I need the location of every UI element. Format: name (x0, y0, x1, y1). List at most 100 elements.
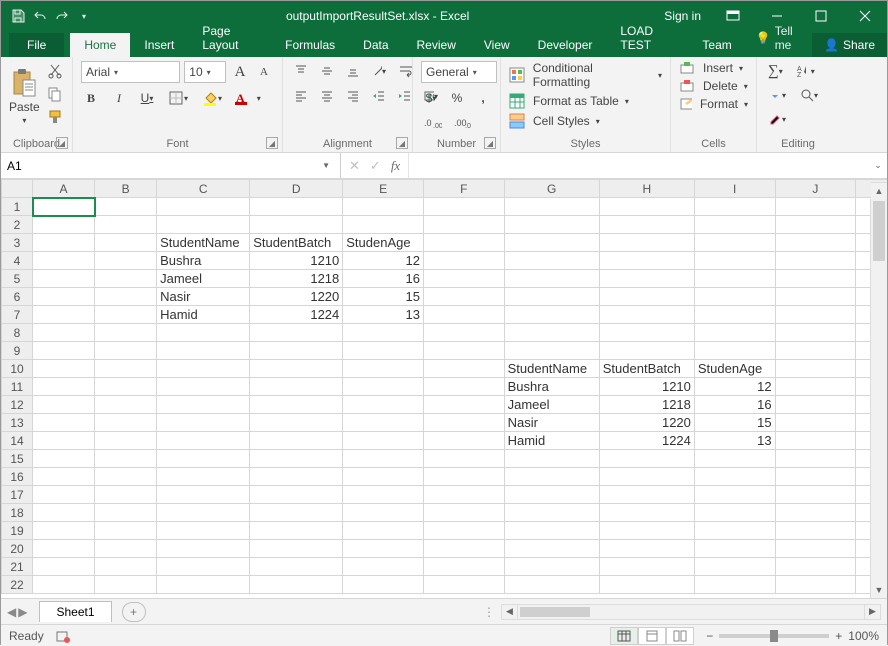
cell[interactable] (157, 576, 250, 594)
cell[interactable] (250, 342, 343, 360)
enter-formula-icon[interactable]: ✓ (370, 158, 381, 174)
cell[interactable] (33, 252, 95, 270)
cell[interactable] (33, 576, 95, 594)
cell[interactable] (599, 576, 694, 594)
row-header[interactable]: 8 (2, 324, 33, 342)
zoom-level[interactable]: 100% (848, 629, 879, 643)
row-header[interactable]: 3 (2, 234, 33, 252)
format-cells-button[interactable]: Format▾ (679, 97, 748, 111)
column-header[interactable]: H (599, 180, 694, 198)
cell[interactable] (423, 576, 504, 594)
cell[interactable] (694, 324, 775, 342)
sheet-nav-prev-icon[interactable]: ◀ (7, 605, 16, 619)
cell[interactable] (33, 558, 95, 576)
cell[interactable] (775, 414, 856, 432)
cell[interactable] (504, 234, 599, 252)
save-icon[interactable] (9, 7, 27, 25)
tab-formulas[interactable]: Formulas (271, 33, 349, 57)
cell[interactable] (504, 288, 599, 306)
number-dialog-icon[interactable]: ◢ (484, 137, 496, 149)
formula-input[interactable] (409, 153, 869, 178)
cell[interactable] (423, 450, 504, 468)
cell[interactable] (775, 522, 856, 540)
cell[interactable] (343, 558, 424, 576)
cell[interactable] (694, 306, 775, 324)
cell[interactable] (33, 216, 95, 234)
cell[interactable] (423, 432, 504, 450)
tab-view[interactable]: View (470, 33, 524, 57)
tab-load-test[interactable]: LOAD TEST (606, 19, 688, 57)
cell[interactable] (95, 378, 157, 396)
page-layout-view-icon[interactable] (638, 627, 666, 645)
row-header[interactable]: 19 (2, 522, 33, 540)
cell[interactable] (775, 558, 856, 576)
zoom-out-button[interactable]: − (706, 629, 713, 643)
cell[interactable] (95, 342, 157, 360)
fx-icon[interactable]: fx (391, 158, 400, 174)
cell[interactable] (599, 252, 694, 270)
cell[interactable]: 13 (343, 306, 424, 324)
delete-cells-button[interactable]: Delete▾ (679, 79, 748, 93)
cell[interactable] (250, 396, 343, 414)
cell[interactable] (157, 378, 250, 396)
row-header[interactable]: 21 (2, 558, 33, 576)
cell[interactable] (599, 450, 694, 468)
cell[interactable] (504, 450, 599, 468)
cell[interactable] (343, 522, 424, 540)
cell[interactable] (33, 270, 95, 288)
cell[interactable]: 12 (694, 378, 775, 396)
cell[interactable] (694, 522, 775, 540)
cell[interactable] (599, 558, 694, 576)
align-top-icon[interactable] (291, 61, 311, 81)
cell[interactable] (343, 540, 424, 558)
cell[interactable] (250, 414, 343, 432)
cell[interactable] (95, 432, 157, 450)
cell[interactable]: Bushra (157, 252, 250, 270)
cell[interactable]: 16 (694, 396, 775, 414)
cell[interactable] (775, 450, 856, 468)
row-header[interactable]: 6 (2, 288, 33, 306)
cell[interactable] (33, 198, 95, 216)
cell[interactable] (599, 234, 694, 252)
cell[interactable] (33, 486, 95, 504)
paste-button[interactable]: Paste ▾ (9, 64, 40, 125)
cell[interactable] (599, 306, 694, 324)
cell[interactable] (504, 468, 599, 486)
number-format-select[interactable]: General▾ (421, 61, 497, 83)
increase-font-icon[interactable]: A (230, 62, 250, 82)
cell[interactable] (775, 468, 856, 486)
cell[interactable] (694, 342, 775, 360)
column-header[interactable]: F (423, 180, 504, 198)
cell[interactable]: StudentBatch (599, 360, 694, 378)
alignment-dialog-icon[interactable]: ◢ (396, 137, 408, 149)
cell[interactable] (250, 360, 343, 378)
cell[interactable] (423, 252, 504, 270)
cell[interactable] (157, 504, 250, 522)
cell[interactable]: Bushra (504, 378, 599, 396)
cell[interactable] (775, 270, 856, 288)
cell[interactable] (694, 540, 775, 558)
name-box[interactable]: A1▼ (1, 153, 341, 178)
conditional-formatting-button[interactable]: Conditional Formatting▾ (509, 61, 662, 89)
cell[interactable] (423, 540, 504, 558)
cell[interactable] (694, 450, 775, 468)
cell[interactable]: 12 (343, 252, 424, 270)
sheet-nav-next-icon[interactable]: ▶ (18, 605, 27, 619)
normal-view-icon[interactable] (610, 627, 638, 645)
cell[interactable] (599, 504, 694, 522)
cell[interactable] (33, 540, 95, 558)
clipboard-dialog-icon[interactable]: ◢ (56, 137, 68, 149)
cell[interactable] (343, 216, 424, 234)
cell[interactable] (775, 360, 856, 378)
cell[interactable] (423, 360, 504, 378)
currency-icon[interactable]: $▾ (421, 88, 441, 108)
cell[interactable]: StudentName (157, 234, 250, 252)
cell[interactable] (504, 486, 599, 504)
cell[interactable]: 1210 (599, 378, 694, 396)
cell[interactable]: StudenAge (343, 234, 424, 252)
cell[interactable] (250, 522, 343, 540)
cell[interactable] (33, 522, 95, 540)
cell[interactable] (599, 216, 694, 234)
cell[interactable] (694, 252, 775, 270)
tab-page-layout[interactable]: Page Layout (188, 19, 271, 57)
